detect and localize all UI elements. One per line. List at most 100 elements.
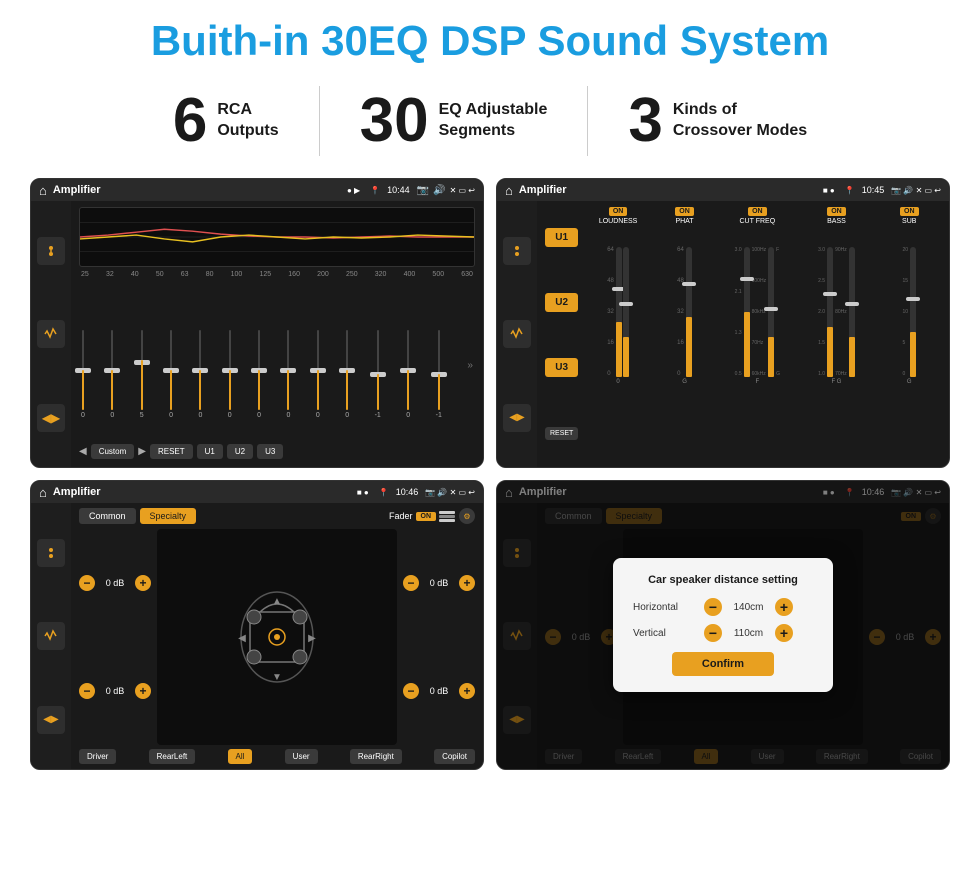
eq-u3-btn[interactable]: U3 xyxy=(257,444,283,459)
u2-button[interactable]: U2 xyxy=(545,293,578,312)
fader-sidebar-btn-2[interactable] xyxy=(37,622,65,650)
channel-cutfreq-label: CUT FREQ xyxy=(739,218,775,225)
stat-crossover: 3 Kinds ofCrossover Modes xyxy=(588,90,847,152)
eq-bottom-bar: ◀ Custom ▶ RESET U1 U2 U3 xyxy=(79,440,475,461)
fader-screen-content: ◀▶ Common Specialty Fader ON xyxy=(31,503,483,769)
eq-track xyxy=(82,330,84,410)
on-badge-bass: ON xyxy=(827,207,846,216)
fader-rearight-btn[interactable]: RearRight xyxy=(350,749,402,764)
channel-sub: ON SUB 20151050 G xyxy=(878,207,941,461)
fader-status-icons: 📍 10:46 📷 🔊 ✕ ▭ ↩ xyxy=(379,487,475,497)
crossover-status-title: Amplifier xyxy=(519,184,817,196)
bass-thumb-1[interactable] xyxy=(823,292,837,296)
page-wrapper: Buith-in 30EQ DSP Sound System 6 RCAOutp… xyxy=(0,0,980,881)
eq-prev-arrow[interactable]: ◀ xyxy=(79,446,87,457)
u1-button[interactable]: U1 xyxy=(545,228,578,247)
cutfreq-thumb-2[interactable] xyxy=(764,307,778,311)
eq-label-2: 40 xyxy=(131,271,139,278)
cutfreq-thumb-1[interactable] xyxy=(740,277,754,281)
home-icon-3: ⌂ xyxy=(39,485,47,500)
eq-u1-btn[interactable]: U1 xyxy=(197,444,223,459)
phat-thumb-1[interactable] xyxy=(682,282,696,286)
dialog-vertical-plus[interactable]: + xyxy=(775,624,793,642)
crossover-content: U1 U2 U3 RESET ON LOUDNESS xyxy=(537,201,949,467)
fader-sidebar-btn-3[interactable]: ◀▶ xyxy=(37,706,65,734)
dialog-vertical-control: − 110cm + xyxy=(704,624,793,642)
db-control-3: − 0 dB + xyxy=(403,575,475,591)
fader-sidebar: ◀▶ xyxy=(31,503,71,769)
bass-sliders: 3.02.52.01.51.0 90Hz80Hz70Hz xyxy=(818,227,855,377)
db-control-4: − 0 dB + xyxy=(403,683,475,699)
eq-status-title: Amplifier xyxy=(53,184,341,196)
db-plus-4[interactable]: + xyxy=(459,683,475,699)
bass-freq-scale: 90Hz80Hz70Hz xyxy=(835,247,847,377)
eq-u2-btn[interactable]: U2 xyxy=(227,444,253,459)
svg-text:▲: ▲ xyxy=(272,596,282,607)
dialog-screen-card: ⌂ Amplifier ■ ● 📍 10:46 📷 🔊 ✕ ▭ ↩ xyxy=(496,480,950,770)
fader-copilot-btn[interactable]: Copilot xyxy=(434,749,475,764)
fader-time: 10:46 xyxy=(396,487,419,497)
dialog-horizontal-plus[interactable]: + xyxy=(775,598,793,616)
crossover-reset-btn[interactable]: RESET xyxy=(545,427,578,440)
db-minus-2[interactable]: − xyxy=(79,683,95,699)
phat-track-1 xyxy=(686,247,692,377)
page-title: Buith-in 30EQ DSP Sound System xyxy=(151,18,829,64)
dialog-horizontal-minus[interactable]: − xyxy=(704,598,722,616)
eq-slider-col: 0 xyxy=(81,330,85,440)
fader-rearleft-btn[interactable]: RearLeft xyxy=(149,749,196,764)
stat-crossover-number: 3 xyxy=(628,90,662,152)
eq-next-arrow[interactable]: ▶ xyxy=(138,446,146,457)
dialog-vertical-label: Vertical xyxy=(633,628,698,639)
fader-main-controls: − 0 dB + − 0 dB + xyxy=(79,529,475,745)
loudness-thumb-2[interactable] xyxy=(619,302,633,306)
fader-user-btn[interactable]: User xyxy=(285,749,318,764)
fader-sidebar-btn-1[interactable] xyxy=(37,539,65,567)
phat-fill-1 xyxy=(686,317,692,377)
channel-sub-label: SUB xyxy=(902,218,916,225)
fader-location-row: Driver RearLeft All User RearRight Copil… xyxy=(79,749,475,764)
db-plus-2[interactable]: + xyxy=(135,683,151,699)
db-plus-1[interactable]: + xyxy=(135,575,151,591)
bass-fill-1 xyxy=(827,327,833,377)
fader-all-btn[interactable]: All xyxy=(228,749,253,764)
fader-tab-common[interactable]: Common xyxy=(79,508,136,524)
fader-driver-btn[interactable]: Driver xyxy=(79,749,116,764)
stats-row: 6 RCAOutputs 30 EQ AdjustableSegments 3 … xyxy=(30,86,950,156)
eq-label-0: 25 xyxy=(81,271,89,278)
fader-tabs-row: Common Specialty Fader ON ⚙ xyxy=(79,508,475,524)
fader-bar-indicator xyxy=(439,511,455,522)
eq-sliders: 0 0 xyxy=(79,282,475,440)
stat-rca-number: 6 xyxy=(173,90,207,152)
cutfreq-fg-scale: FG xyxy=(776,247,780,377)
confirm-button[interactable]: Confirm xyxy=(672,652,774,676)
dialog-horizontal-label: Horizontal xyxy=(633,602,698,613)
crossover-screen-card: ⌂ Amplifier ■ ● 📍 10:45 📷 🔊 ✕ ▭ ↩ xyxy=(496,178,950,468)
u3-button[interactable]: U3 xyxy=(545,358,578,377)
eq-reset-btn[interactable]: RESET xyxy=(150,444,193,459)
eq-label-4: 63 xyxy=(181,271,189,278)
db-value-1: 0 dB xyxy=(99,578,131,588)
db-minus-3[interactable]: − xyxy=(403,575,419,591)
fader-left-db: − 0 dB + − 0 dB + xyxy=(79,529,151,745)
sub-thumb-1[interactable] xyxy=(906,297,920,301)
bass-thumb-2[interactable] xyxy=(845,302,859,306)
fader-settings-icon[interactable]: ⚙ xyxy=(459,508,475,524)
db-minus-4[interactable]: − xyxy=(403,683,419,699)
eq-sidebar-btn-2[interactable] xyxy=(37,320,65,348)
db-value-4: 0 dB xyxy=(423,686,455,696)
loudness-track-2 xyxy=(623,247,629,377)
eq-sidebar-btn-1[interactable] xyxy=(37,237,65,265)
db-plus-3[interactable]: + xyxy=(459,575,475,591)
crossover-sidebar-btn-1[interactable] xyxy=(503,237,531,265)
db-minus-1[interactable]: − xyxy=(79,575,95,591)
fader-on-pill[interactable]: ON xyxy=(416,512,437,521)
fader-tab-specialty[interactable]: Specialty xyxy=(140,508,197,524)
eq-label-7: 125 xyxy=(259,271,271,278)
crossover-sidebar-btn-2[interactable] xyxy=(503,320,531,348)
dialog-vertical-minus[interactable]: − xyxy=(704,624,722,642)
stat-rca: 6 RCAOutputs xyxy=(133,90,319,152)
eq-sidebar-btn-3[interactable]: ◀▶ xyxy=(37,404,65,432)
dialog-screen-content: ◀▶ Common Specialty ON ⚙ xyxy=(497,503,949,769)
crossover-sidebar-btn-3[interactable]: ◀▶ xyxy=(503,404,531,432)
eq-custom-btn[interactable]: Custom xyxy=(91,444,135,459)
